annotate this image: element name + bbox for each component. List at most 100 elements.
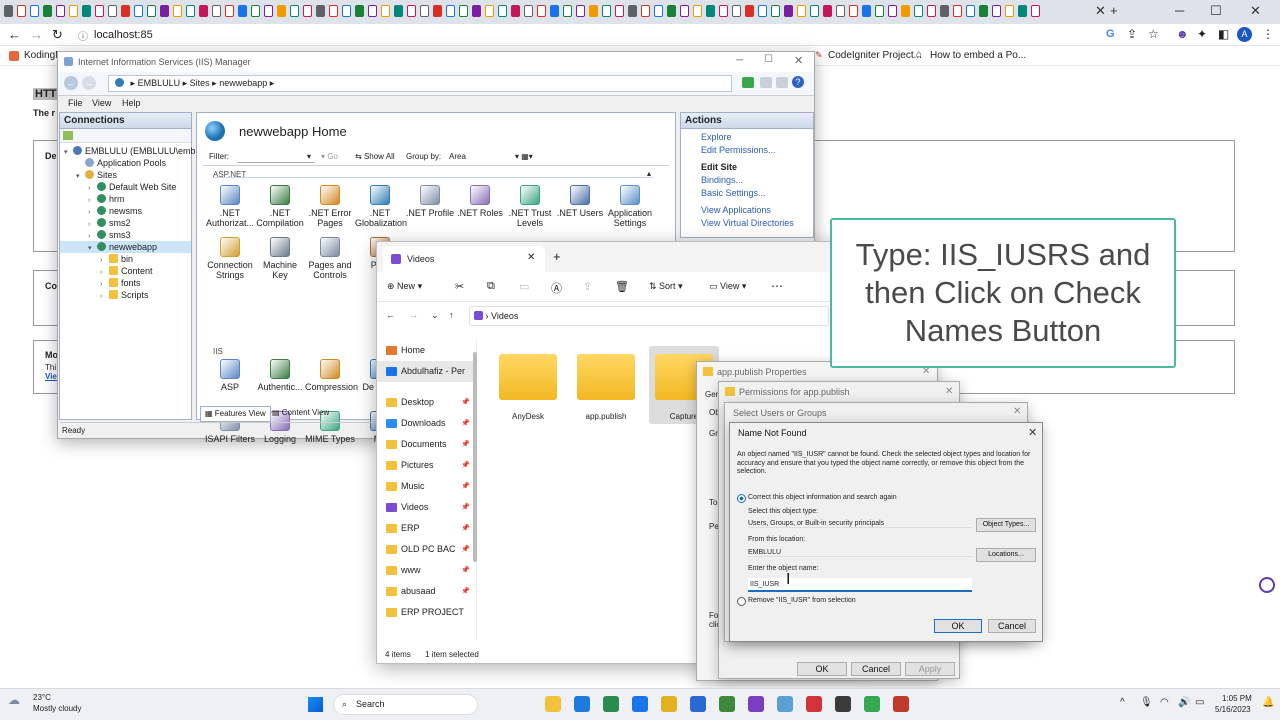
tab-favicon-icon[interactable] [121,5,130,17]
action-item[interactable]: View Virtual Directories [681,217,813,230]
pin-icon[interactable]: 📌 [461,581,470,602]
iis-toolbar-gray-icon[interactable] [760,77,772,88]
tab-favicon-icon[interactable] [147,5,156,17]
nav-item[interactable]: ERP PROJECT [377,602,476,623]
iis-toolbar-green-icon[interactable] [742,77,754,88]
menu-file[interactable]: File [68,96,83,111]
tab-favicon-icon[interactable] [342,5,351,17]
new-button[interactable]: ⊕ New ▾ [387,281,422,292]
bookmark-codeigniter[interactable]: CodeIgniter Project... [828,50,922,61]
tab-favicon-icon[interactable] [537,5,546,17]
action-item[interactable]: View Applications [681,204,813,217]
menu-icon[interactable]: ⋮ [1262,27,1274,41]
tab-favicon-icon[interactable] [550,5,559,17]
share-file-icon[interactable]: ⇪ [583,280,592,293]
taskbar-app-icon[interactable] [719,696,735,712]
tab-favicon-icon[interactable] [914,5,923,17]
group-by-dropdown-icon[interactable]: ▾ ▦▾ [515,150,533,164]
tab-features-view[interactable]: ▦ Features View [200,406,271,422]
tab-favicon-icon[interactable] [1018,5,1027,17]
copy-icon[interactable]: ⧉ [487,280,495,293]
delete-icon[interactable]: 🗑 [615,280,629,293]
tab-favicon-icon[interactable] [524,5,533,17]
tab-favicon-icon[interactable] [238,5,247,17]
select-users-close-icon[interactable]: ✕ [1013,406,1021,417]
maximize-icon[interactable]: ☐ [1210,3,1222,19]
feature-item[interactable]: Machine Key [255,237,305,280]
tab-favicon-icon[interactable] [420,5,429,17]
taskbar-app-icon[interactable] [690,696,706,712]
taskbar-app-icon[interactable] [545,696,561,712]
show-all-button[interactable]: ⇆ Show All [355,150,395,164]
path-videos[interactable]: Videos [491,311,518,321]
feature-item[interactable]: Authentic... [255,359,305,392]
page-box-3-link[interactable]: Vie [45,372,57,381]
name-not-found-close-icon[interactable]: ✕ [1028,426,1037,439]
explorer-forward-icon[interactable]: → [409,310,418,320]
tab-favicon-icon[interactable] [498,5,507,17]
feature-item[interactable]: .NET Compilation [255,185,305,228]
tree-node[interactable]: › Default Web Site [60,181,191,193]
tab-favicon-icon[interactable] [160,5,169,17]
taskbar-app-icon[interactable] [603,696,619,712]
tab-favicon-icon[interactable] [602,5,611,17]
tab-favicon-icon[interactable] [732,5,741,17]
taskbar-app-icon[interactable] [748,696,764,712]
tree-node[interactable]: ▾ EMBLULU (EMBLULU\emblulu [60,145,210,157]
tree-node[interactable]: › newsms [60,205,191,217]
folder-label[interactable]: AnyDesk [489,412,567,421]
tree-node[interactable]: › sms3 [60,229,191,241]
close-tab-icon[interactable]: ✕ [1095,3,1106,19]
taskbar-app-icon[interactable] [835,696,851,712]
tab-favicon-icon[interactable] [446,5,455,17]
permissions-apply-button[interactable]: Apply [905,662,955,676]
pin-icon[interactable]: 📌 [461,539,470,560]
filter-input[interactable] [237,151,315,163]
minimize-icon[interactable]: ─ [1175,3,1184,18]
pin-icon[interactable]: 📌 [461,497,470,518]
feature-item[interactable]: Pages and Controls [305,237,355,280]
tab-favicon-icon[interactable] [485,5,494,17]
tab-favicon-icon[interactable] [745,5,754,17]
star-icon[interactable]: ☆ [1148,27,1159,41]
folder-icon[interactable] [577,354,635,400]
tab-favicon-icon[interactable] [43,5,52,17]
nav-item[interactable]: www 📌 [377,560,476,581]
feature-item[interactable]: Compression [305,359,358,392]
profile-avatar[interactable]: A [1237,27,1252,42]
taskbar-app-icon[interactable] [777,696,793,712]
tab-favicon-icon[interactable] [303,5,312,17]
tab-favicon-icon[interactable] [134,5,143,17]
tab-favicon-icon[interactable] [407,5,416,17]
share-icon[interactable]: ⇪ [1127,27,1137,41]
taskbar-app-icon[interactable] [661,696,677,712]
extension-face-icon[interactable]: ☻ [1176,27,1189,41]
tab-favicon-icon[interactable] [277,5,286,17]
taskbar-app-icon[interactable] [806,696,822,712]
tree-node[interactable]: › Content [60,265,191,277]
iis-breadcrumb[interactable]: ▸ EMBLULU ▸ Sites ▸ newwebapp ▸ [108,75,732,92]
rename-icon[interactable]: Ⓐ [551,280,562,296]
wifi-icon[interactable]: ◠ [1160,697,1169,708]
go-button[interactable]: ▾ Go [321,150,338,164]
tree-node[interactable]: › Scripts [60,289,191,301]
breadcrumb-newwebapp[interactable]: newwebapp [219,78,267,88]
tab-favicon-icon[interactable] [264,5,273,17]
iis-maximize-icon[interactable]: ☐ [764,54,773,65]
nav-item[interactable]: Documents 📌 [377,434,476,455]
feature-item[interactable]: .NET Users [555,185,605,218]
folder-icon[interactable] [499,354,557,400]
weather-icon[interactable]: ☁ [8,693,20,707]
tab-favicon-icon[interactable] [966,5,975,17]
feature-item[interactable]: .NET Error Pages [305,185,355,228]
pin-icon[interactable]: 📌 [461,455,470,476]
pin-icon[interactable]: 📌 [461,518,470,539]
feature-item[interactable]: .NET Roles [455,185,505,218]
tab-favicon-icon[interactable] [784,5,793,17]
taskbar-search[interactable]: ⌕ Search [333,694,478,715]
tree-node[interactable]: › hrm [60,193,191,205]
nav-item[interactable]: ERP 📌 [377,518,476,539]
tab-favicon-icon[interactable] [186,5,195,17]
pin-icon[interactable]: 📌 [461,476,470,497]
iis-forward-icon[interactable]: → [82,76,96,90]
